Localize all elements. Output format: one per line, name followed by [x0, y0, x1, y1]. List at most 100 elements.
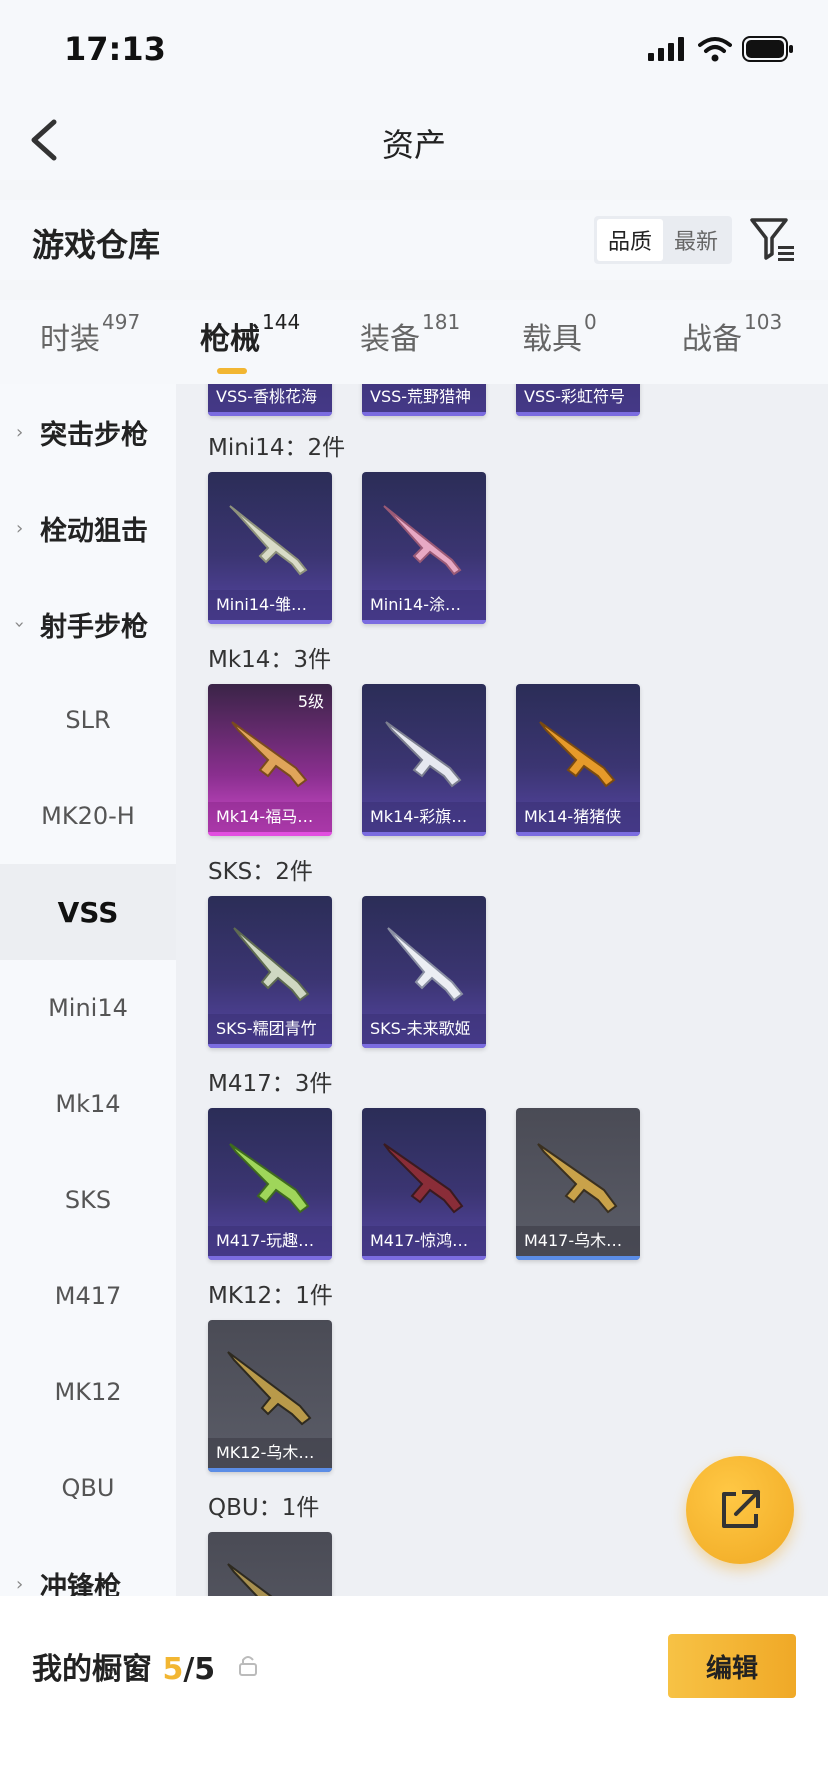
section-header: 游戏仓库 品质 最新	[0, 200, 828, 280]
group-label-m417: M417：3件	[208, 1071, 333, 1097]
weapon-card[interactable]: M417-乌木…	[516, 1108, 640, 1260]
showcase-count-total: /5	[183, 1652, 216, 1687]
showcase-label: 我的橱窗 5/5	[32, 1644, 215, 1688]
chevron-down-icon: ›	[9, 620, 31, 628]
weapon-card[interactable]: Mk14-彩旗…	[362, 684, 486, 836]
group-label-qbu: QBU：1件	[208, 1495, 320, 1521]
rifle-icon	[537, 1143, 618, 1214]
weapon-card[interactable]	[208, 1532, 332, 1596]
tab-count: 103	[744, 310, 783, 334]
weapon-card-name: Mk14-福马…	[208, 802, 332, 832]
sidebar-item-qbu[interactable]: QBU	[0, 1440, 176, 1536]
rifle-icon	[233, 927, 310, 1002]
rarity-bar	[516, 412, 640, 416]
tab-label: 载具	[522, 322, 582, 357]
weapon-card-name: M417-惊鸿…	[362, 1226, 486, 1256]
sidebar-category-bolt-sniper[interactable]: › 栓动狙击	[0, 480, 176, 576]
chevron-right-icon: ›	[16, 421, 24, 443]
active-tab-indicator	[217, 368, 247, 374]
sidebar-category-smg[interactable]: › 冲锋枪	[0, 1536, 176, 1597]
tab-firearms[interactable]: 枪械 144	[200, 310, 300, 358]
rifle-icon	[229, 1143, 310, 1214]
share-external-icon	[722, 1490, 760, 1528]
group-label-mini14: Mini14：2件	[208, 435, 346, 461]
weapon-card[interactable]: Mini14-雏…	[208, 472, 332, 624]
weapon-card[interactable]: Mini14-涂…	[362, 472, 486, 624]
rarity-bar	[208, 1256, 332, 1260]
tab-count: 181	[422, 310, 461, 334]
sidebar-category-marksman-rifle[interactable]: › 射手步枪	[0, 576, 176, 672]
rarity-bar	[362, 1044, 486, 1048]
weapon-card-name: Mini14-雏…	[208, 590, 332, 620]
sidebar-item-mini14[interactable]: Mini14	[0, 960, 176, 1056]
signal-icon	[648, 37, 684, 61]
sidebar-item-mk12[interactable]: MK12	[0, 1344, 176, 1440]
section-title: 游戏仓库	[32, 226, 161, 264]
rifle-icon	[539, 721, 616, 788]
tab-equipment[interactable]: 装备 181	[360, 310, 460, 358]
weapon-card[interactable]: VSS-荒野猎神	[362, 384, 486, 416]
rifle-icon	[383, 1143, 464, 1214]
sidebar-category-assault-rifle[interactable]: › 突击步枪	[0, 384, 176, 480]
weapon-list: VSS-香桃花海 VSS-荒野猎神 VSS-彩虹符号 Mini14：2件 Min…	[176, 384, 828, 1596]
weapon-card[interactable]: M417-玩趣…	[208, 1108, 332, 1260]
weapon-card[interactable]: Mk14-猪猪侠	[516, 684, 640, 836]
sidebar-item-vss[interactable]: VSS	[0, 864, 176, 960]
page-title: 资产	[381, 126, 446, 164]
sidebar-item-m417[interactable]: M417	[0, 1248, 176, 1344]
sort-newest-button[interactable]: 最新	[663, 219, 729, 261]
sidebar-category-label: 栓动狙击	[40, 515, 148, 547]
weapon-card-name: SKS-未来歌姬	[362, 1014, 486, 1044]
rarity-bar	[362, 832, 486, 836]
tab-count: 144	[262, 310, 301, 334]
sidebar-item-mk14[interactable]: Mk14	[0, 1056, 176, 1152]
tab-vehicles[interactable]: 载具 0	[522, 310, 597, 358]
rarity-bar	[516, 832, 640, 836]
showcase-footer: 我的橱窗 5/5 编辑	[0, 1596, 828, 1792]
rarity-bar	[208, 1468, 332, 1472]
rarity-bar	[208, 1044, 332, 1048]
group-label-sks: SKS：2件	[208, 859, 313, 885]
weapon-card-name: M417-玩趣…	[208, 1226, 332, 1256]
sidebar-category-label: 突击步枪	[40, 419, 148, 451]
tab-supplies[interactable]: 战备 103	[682, 310, 782, 358]
weapon-card[interactable]: MK12-乌木…	[208, 1320, 332, 1472]
weapon-card[interactable]: VSS-彩虹符号	[516, 384, 640, 416]
tab-count: 0	[584, 310, 597, 334]
weapon-card-name: MK12-乌木…	[208, 1438, 332, 1468]
sidebar-category-label: 射手步枪	[40, 611, 148, 643]
tab-fashion[interactable]: 时装 497	[40, 310, 140, 358]
weapon-card[interactable]: 5级 Mk14-福马…	[208, 684, 332, 836]
share-button[interactable]	[686, 1456, 794, 1564]
sidebar-item-slr[interactable]: SLR	[0, 672, 176, 768]
rifle-icon	[231, 721, 308, 788]
weapon-card-name: VSS-荒野猎神	[362, 384, 486, 412]
weapon-card[interactable]: SKS-未来歌姬	[362, 896, 486, 1048]
weapon-card[interactable]: SKS-糯团青竹	[208, 896, 332, 1048]
chevron-right-icon: ›	[16, 1573, 24, 1595]
weapon-card-name: M417-乌木…	[516, 1226, 640, 1256]
chevron-right-icon: ›	[16, 517, 24, 539]
sidebar-item-mk20h[interactable]: MK20-H	[0, 768, 176, 864]
rifle-icon	[227, 1563, 273, 1596]
group-label-mk12: MK12：1件	[208, 1283, 333, 1309]
weapon-card[interactable]: M417-惊鸿…	[362, 1108, 486, 1260]
rarity-bar	[362, 1256, 486, 1260]
rarity-bar	[208, 620, 332, 624]
showcase-count-current: 5	[162, 1652, 184, 1687]
status-icons	[648, 36, 794, 62]
rifle-icon	[385, 721, 462, 788]
edit-button[interactable]: 编辑	[668, 1634, 796, 1698]
sidebar-item-sks[interactable]: SKS	[0, 1152, 176, 1248]
weapon-card-name: VSS-彩虹符号	[516, 384, 640, 412]
wifi-icon	[698, 37, 732, 62]
battery-icon	[742, 36, 793, 62]
weapon-card[interactable]: VSS-香桃花海	[208, 384, 332, 416]
filter-icon[interactable]	[748, 214, 798, 264]
weapon-type-sidebar: › 突击步枪 › 栓动狙击 › 射手步枪 SLR MK20-H VSS Mini…	[0, 384, 176, 1596]
rifle-icon	[383, 505, 462, 576]
rifle-icon	[227, 1351, 312, 1426]
sort-toggle: 品质 最新	[594, 216, 732, 264]
group-label-mk14: Mk14：3件	[208, 647, 332, 673]
sort-quality-button[interactable]: 品质	[597, 219, 663, 261]
